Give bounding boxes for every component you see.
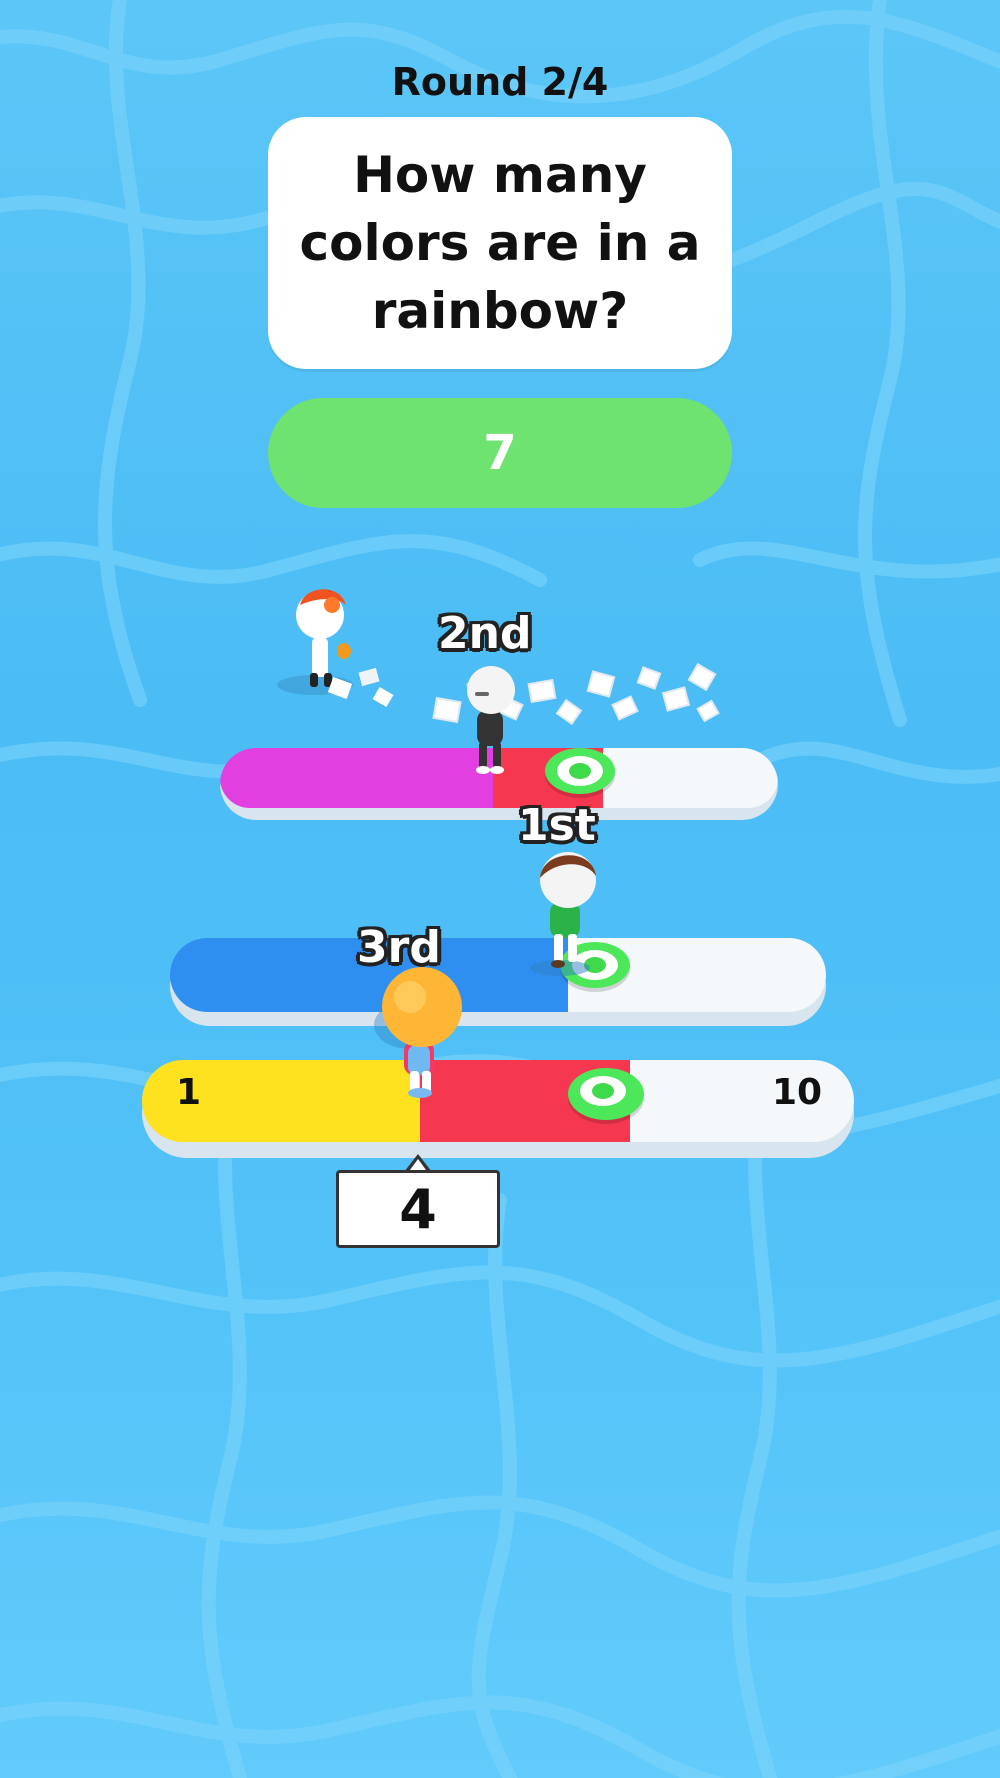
player-track-3rd <box>142 1060 854 1158</box>
answer-label: 7 <box>483 425 517 481</box>
player-character-1st <box>530 852 596 976</box>
rank-label-1st: 1st <box>518 800 596 851</box>
selected-value: 4 <box>399 1177 437 1241</box>
answer-target-marker <box>568 1068 644 1120</box>
player-track-1st <box>170 938 826 1026</box>
answer-button[interactable]: 7 <box>268 398 732 508</box>
round-indicator: Round 2/4 <box>391 60 609 104</box>
answer-target-marker <box>545 748 615 794</box>
player-character-3rd[interactable] <box>370 965 470 1105</box>
scale-max-label: 10 <box>772 1072 823 1113</box>
scale-min-label: 1 <box>176 1072 202 1113</box>
debris-cubes <box>327 667 394 708</box>
rank-label-2nd: 2nd <box>438 608 532 659</box>
selected-value-box: 4 <box>336 1170 500 1248</box>
question-card: How many colors are in a rainbow? <box>268 117 732 369</box>
rank-label-3rd: 3rd <box>357 922 441 973</box>
player-character-2nd <box>467 666 515 774</box>
question-text: How many colors are in a rainbow? <box>299 146 701 340</box>
